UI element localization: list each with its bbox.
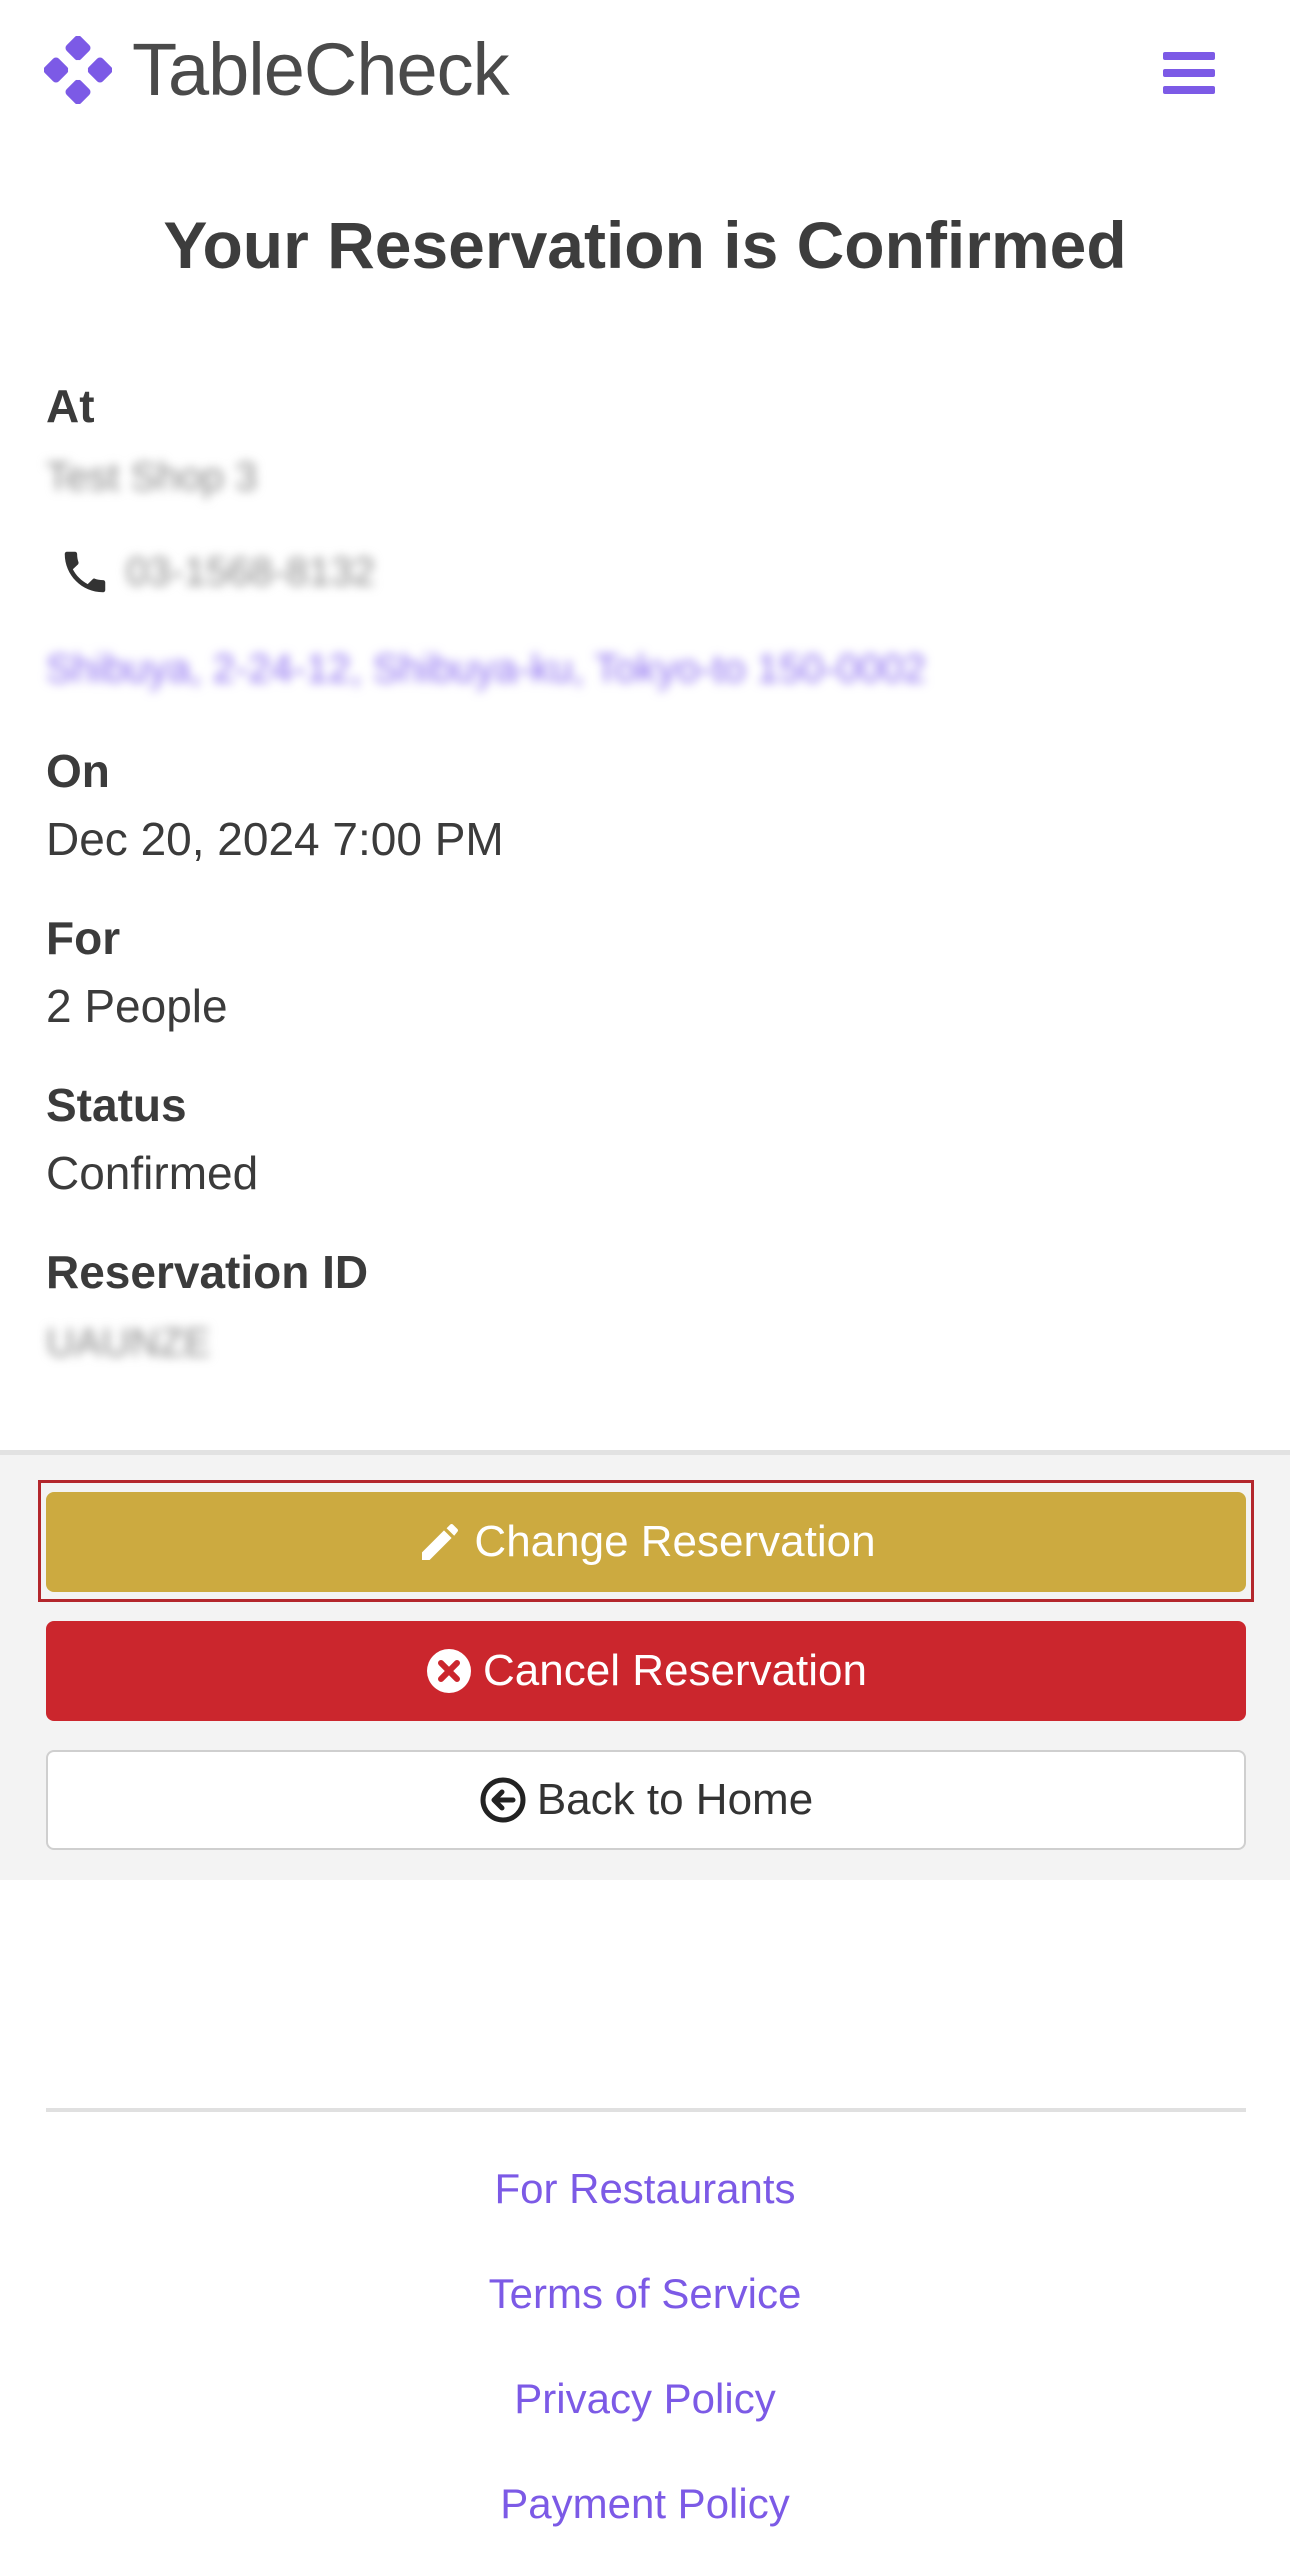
footer-link-privacy-policy[interactable]: Privacy Policy <box>0 2371 1290 2427</box>
footer-link-for-restaurants[interactable]: For Restaurants <box>0 2161 1290 2217</box>
reservation-id-section: Reservation ID UAUNZE <box>46 1244 368 1368</box>
reservation-id-value: UAUNZE <box>46 1321 211 1365</box>
party-section: For 2 People <box>46 910 228 1034</box>
restaurant-name: Test Shop 3 <box>46 452 257 502</box>
close-circle-icon <box>427 1649 472 1693</box>
phone-number: 03-1568-8132 <box>126 550 376 594</box>
tablecheck-logo[interactable]: TableCheck <box>44 28 510 111</box>
date-section: On Dec 20, 2024 7:00 PM <box>46 743 504 867</box>
tablecheck-logo-icon <box>44 36 112 104</box>
back-to-home-label: Back to Home <box>536 1775 814 1824</box>
status-label: Status <box>46 1079 187 1131</box>
at-label: At <box>46 380 95 432</box>
site-header: TableCheck <box>0 0 1290 150</box>
party-size: 2 People <box>46 980 228 1032</box>
cancel-reservation-button[interactable]: Cancel Reservation <box>46 1621 1246 1721</box>
for-label: For <box>46 912 121 964</box>
page-title: Your Reservation is Confirmed <box>163 208 1127 282</box>
brand-name: TableCheck <box>132 28 510 111</box>
address-text: Shibuya, 2-24-12, Shibuya-ku, Tokyo-to 1… <box>46 647 926 691</box>
change-reservation-button[interactable]: Change Reservation <box>46 1492 1246 1592</box>
reservation-datetime: Dec 20, 2024 7:00 PM <box>46 813 504 865</box>
footer-divider <box>46 2108 1246 2112</box>
footer-link-payment-policy[interactable]: Payment Policy <box>0 2476 1290 2532</box>
on-label: On <box>46 745 110 797</box>
arrow-left-circle-icon <box>480 1777 526 1823</box>
cancel-reservation-label: Cancel Reservation <box>483 1646 867 1695</box>
hamburger-menu-icon[interactable] <box>1163 52 1215 98</box>
status-section: Status Confirmed <box>46 1077 258 1201</box>
footer-link-terms-of-service[interactable]: Terms of Service <box>0 2266 1290 2322</box>
phone-icon <box>64 551 106 593</box>
address-link[interactable]: Shibuya, 2-24-12, Shibuya-ku, Tokyo-to 1… <box>46 644 926 694</box>
at-section: At <box>46 378 95 434</box>
status-value: Confirmed <box>46 1147 259 1199</box>
phone-row[interactable]: 03-1568-8132 <box>58 545 375 599</box>
pencil-icon <box>422 1524 459 1560</box>
restaurant-name-text: Test Shop 3 <box>46 455 258 499</box>
change-reservation-label: Change Reservation <box>474 1517 876 1566</box>
back-to-home-button[interactable]: Back to Home <box>46 1750 1246 1850</box>
reservation-id-label: Reservation ID <box>46 1246 369 1298</box>
actions-panel: Change Reservation Cancel Reservation Ba… <box>0 1450 1290 1880</box>
